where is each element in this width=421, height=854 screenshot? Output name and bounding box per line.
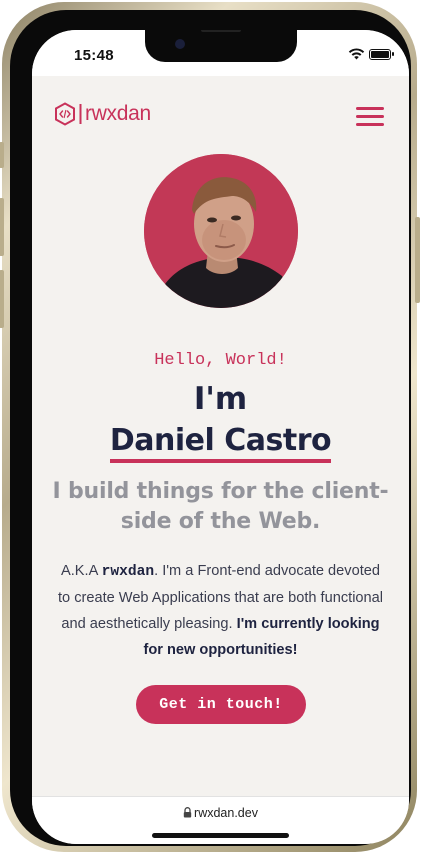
volume-up-button: [0, 198, 4, 256]
get-in-touch-button[interactable]: Get in touch!: [136, 685, 306, 724]
code-hexagon-icon: [55, 102, 75, 126]
tagline: I build things for the client-side of th…: [52, 479, 389, 534]
home-indicator[interactable]: [152, 833, 289, 838]
status-bar: 15:48: [32, 30, 409, 76]
menu-line: [356, 115, 384, 118]
site-logo[interactable]: rwxdan: [54, 102, 151, 126]
greeting-text: Hello, World!: [154, 351, 287, 370]
power-button: [415, 217, 420, 303]
status-time: 15:48: [74, 47, 114, 64]
menu-line: [356, 123, 384, 126]
silent-switch: [0, 142, 4, 168]
phone-bezel: 15:48 rwxdan Hello, World! I'm Daniel Ca…: [10, 10, 411, 846]
status-icons: [348, 48, 394, 60]
phone-frame: 15:48 rwxdan Hello, World! I'm Daniel Ca…: [0, 2, 420, 852]
url-text: rwxdan.dev: [194, 806, 258, 820]
front-camera: [175, 39, 185, 49]
volume-down-button: [0, 270, 4, 328]
battery-icon: [369, 48, 394, 60]
bio-handle: rwxdan: [101, 564, 155, 580]
logo-divider: [79, 104, 82, 124]
browser-bottom-bar: rwxdan.dev: [32, 796, 409, 844]
intro-text: I'm: [193, 381, 248, 417]
phone-screen: 15:48 rwxdan Hello, World! I'm Daniel Ca…: [32, 30, 409, 844]
wifi-icon: [348, 48, 365, 60]
hamburger-menu-icon[interactable]: [356, 105, 384, 127]
lock-icon: [183, 807, 192, 818]
bio-paragraph: A.K.A rwxdan. I'm a Front-end advocate d…: [54, 558, 387, 663]
address-bar[interactable]: rwxdan.dev: [32, 806, 409, 820]
notch: [145, 30, 297, 62]
profile-photo: [144, 154, 298, 308]
logo-text: rwxdan: [85, 102, 151, 125]
menu-line: [356, 107, 384, 110]
name-heading-wrap: Daniel Castro: [32, 423, 409, 463]
speaker-grille: [201, 30, 241, 32]
name-heading: Daniel Castro: [109, 423, 332, 463]
avatar: [144, 154, 298, 308]
bio-prefix: A.K.A: [61, 563, 102, 579]
